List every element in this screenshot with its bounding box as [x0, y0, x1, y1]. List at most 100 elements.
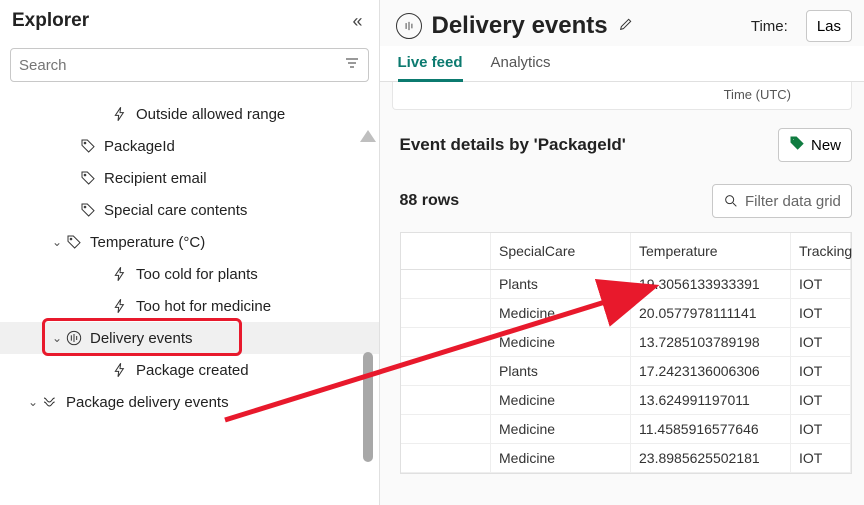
column-header[interactable] — [401, 233, 491, 270]
time-label: Time: — [751, 18, 788, 35]
tree-item-delivery-events[interactable]: ⌄ Delivery events — [0, 322, 379, 354]
tree-item-label: Temperature (°C) — [90, 234, 205, 251]
section-title: Event details by 'PackageId' — [400, 135, 626, 155]
tree-item-package-created[interactable]: Package created — [0, 354, 379, 386]
time-utc-bar: Time (UTC) — [392, 82, 853, 110]
bolt-icon — [110, 266, 130, 282]
explorer-sidebar: Explorer « Outside allowed range PackageI… — [0, 0, 380, 505]
tree-item-recipient-email[interactable]: Recipient email — [0, 162, 379, 194]
tree-item-label: Recipient email — [104, 170, 207, 187]
new-button-label: New — [811, 137, 841, 154]
data-grid: SpecialCareTemperatureTrackingPlants19.3… — [400, 232, 853, 474]
table-row[interactable]: Plants19.3056133933391IOT — [401, 270, 851, 299]
table-row[interactable]: Medicine11.4585916577646IOT — [401, 415, 851, 444]
table-cell: 23.8985625502181 — [631, 444, 791, 473]
row-count: 88 rows — [400, 192, 460, 210]
tree-item-label: Package created — [136, 362, 249, 379]
edit-icon[interactable] — [618, 16, 634, 37]
chevron-down-icon[interactable]: ⌄ — [50, 331, 64, 345]
search-input[interactable] — [19, 57, 344, 74]
tag-icon — [789, 135, 805, 156]
table-cell: Medicine — [491, 444, 631, 473]
table-cell: Plants — [491, 270, 631, 299]
column-header[interactable]: SpecialCare — [491, 233, 631, 270]
scrollbar[interactable] — [359, 130, 377, 490]
explorer-tree: Outside allowed range PackageId Recipient … — [0, 92, 379, 505]
chevron-down-icon[interactable]: ⌄ — [50, 235, 64, 249]
filter-placeholder: Filter data grid — [745, 193, 841, 210]
table-cell: Medicine — [491, 415, 631, 444]
table-cell — [401, 444, 491, 473]
tree-item-label: Delivery events — [90, 330, 193, 347]
column-header[interactable]: Temperature — [631, 233, 791, 270]
filter-icon[interactable] — [344, 55, 360, 76]
tab-live-feed[interactable]: Live feed — [398, 54, 463, 82]
table-cell — [401, 415, 491, 444]
table-cell: Plants — [491, 357, 631, 386]
bolt-icon — [110, 106, 130, 122]
column-header[interactable]: Tracking — [791, 233, 851, 270]
table-cell — [401, 270, 491, 299]
table-cell: 19.3056133933391 — [631, 270, 791, 299]
time-range-value: Las — [817, 18, 841, 35]
tag-icon — [78, 202, 98, 218]
table-row[interactable]: Medicine13.624991197011IOT — [401, 386, 851, 415]
tag-icon — [64, 234, 84, 250]
table-cell: 11.4585916577646 — [631, 415, 791, 444]
tab-analytics[interactable]: Analytics — [491, 54, 551, 81]
tree-item-label: Special care contents — [104, 202, 247, 219]
tree-item-temperature-c-[interactable]: ⌄ Temperature (°C) — [0, 226, 379, 258]
table-cell: 17.2423136006306 — [631, 357, 791, 386]
filter-data-grid-input[interactable]: Filter data grid — [712, 184, 852, 218]
table-row[interactable]: Plants17.2423136006306IOT — [401, 357, 851, 386]
tree-item-label: Too cold for plants — [136, 266, 258, 283]
stream-icon — [396, 13, 422, 39]
table-cell: IOT — [791, 299, 851, 328]
tree-item-label: Package delivery events — [66, 394, 229, 411]
table-cell: IOT — [791, 415, 851, 444]
scroll-thumb[interactable] — [363, 352, 373, 462]
tree-item-too-hot-for-medicine[interactable]: Too hot for medicine — [0, 290, 379, 322]
table-cell: IOT — [791, 386, 851, 415]
stream-icon — [64, 330, 84, 346]
table-cell: IOT — [791, 270, 851, 299]
collapse-sidebar-icon[interactable]: « — [352, 11, 362, 32]
flow-icon — [40, 394, 60, 410]
tree-item-label: Too hot for medicine — [136, 298, 271, 315]
table-cell: IOT — [791, 444, 851, 473]
table-cell — [401, 357, 491, 386]
main-panel: Delivery events Time: Las Live feed Analy… — [380, 0, 864, 505]
chevron-down-icon[interactable]: ⌄ — [26, 395, 40, 409]
new-button[interactable]: New — [778, 128, 852, 162]
table-cell: Medicine — [491, 386, 631, 415]
explorer-title: Explorer — [12, 10, 89, 32]
bolt-icon — [110, 362, 130, 378]
bolt-icon — [110, 298, 130, 314]
tree-item-outside-allowed-range[interactable]: Outside allowed range — [0, 98, 379, 130]
table-row[interactable]: Medicine23.8985625502181IOT — [401, 444, 851, 473]
table-cell — [401, 386, 491, 415]
table-cell: Medicine — [491, 299, 631, 328]
table-cell — [401, 299, 491, 328]
tree-item-label: PackageId — [104, 138, 175, 155]
tree-item-label: Outside allowed range — [136, 106, 285, 123]
table-row[interactable]: Medicine13.7285103789198IOT — [401, 328, 851, 357]
table-cell: 13.7285103789198 — [631, 328, 791, 357]
table-cell — [401, 328, 491, 357]
tag-icon — [78, 138, 98, 154]
table-cell: Medicine — [491, 328, 631, 357]
search-input-wrapper[interactable] — [10, 48, 369, 82]
table-cell: 20.0577978111141 — [631, 299, 791, 328]
tree-item-package-delivery-events[interactable]: ⌄ Package delivery events — [0, 386, 379, 418]
tag-icon — [78, 170, 98, 186]
time-range-selector[interactable]: Las — [806, 10, 852, 42]
page-title: Delivery events — [432, 12, 608, 40]
tabs: Live feed Analytics — [380, 46, 864, 82]
table-row[interactable]: Medicine20.0577978111141IOT — [401, 299, 851, 328]
tree-item-special-care-contents[interactable]: Special care contents — [0, 194, 379, 226]
table-cell: IOT — [791, 357, 851, 386]
scroll-up-arrow-icon[interactable] — [360, 130, 376, 142]
tree-item-too-cold-for-plants[interactable]: Too cold for plants — [0, 258, 379, 290]
tree-item-packageid[interactable]: PackageId — [0, 130, 379, 162]
table-cell: IOT — [791, 328, 851, 357]
